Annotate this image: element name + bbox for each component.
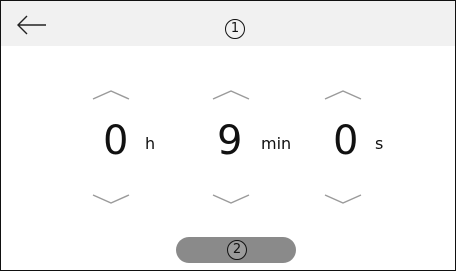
timer-screen: 1 0 h 9 min 0 s 2	[0, 0, 456, 271]
hours-picker: 0 h	[71, 71, 155, 221]
chevron-down-icon	[92, 194, 130, 204]
chevron-up-icon	[92, 90, 130, 100]
annotation-marker-2: 2	[227, 240, 247, 260]
seconds-value[interactable]: 0	[333, 115, 358, 167]
minutes-picker: 9 min	[191, 71, 291, 221]
hours-unit-label: h	[145, 134, 156, 153]
start-button[interactable]: 2	[176, 237, 296, 263]
chevron-down-icon	[212, 194, 250, 204]
chevron-up-icon	[324, 90, 362, 100]
seconds-unit-label: s	[375, 134, 384, 153]
arrow-left-icon	[17, 15, 46, 35]
minutes-unit-label: min	[261, 134, 292, 153]
title-bar: 1	[1, 1, 455, 46]
chevron-down-icon	[324, 194, 362, 204]
minutes-decrement-button[interactable]	[210, 191, 252, 205]
minutes-value[interactable]: 9	[217, 115, 242, 167]
back-button[interactable]	[15, 14, 49, 36]
seconds-picker: 0 s	[303, 71, 383, 221]
hours-value[interactable]: 0	[103, 115, 128, 167]
minutes-increment-button[interactable]	[210, 87, 252, 101]
seconds-increment-button[interactable]	[322, 87, 364, 101]
seconds-decrement-button[interactable]	[322, 191, 364, 205]
hours-increment-button[interactable]	[90, 87, 132, 101]
chevron-up-icon	[212, 90, 250, 100]
annotation-marker-1: 1	[225, 19, 245, 39]
hours-decrement-button[interactable]	[90, 191, 132, 205]
